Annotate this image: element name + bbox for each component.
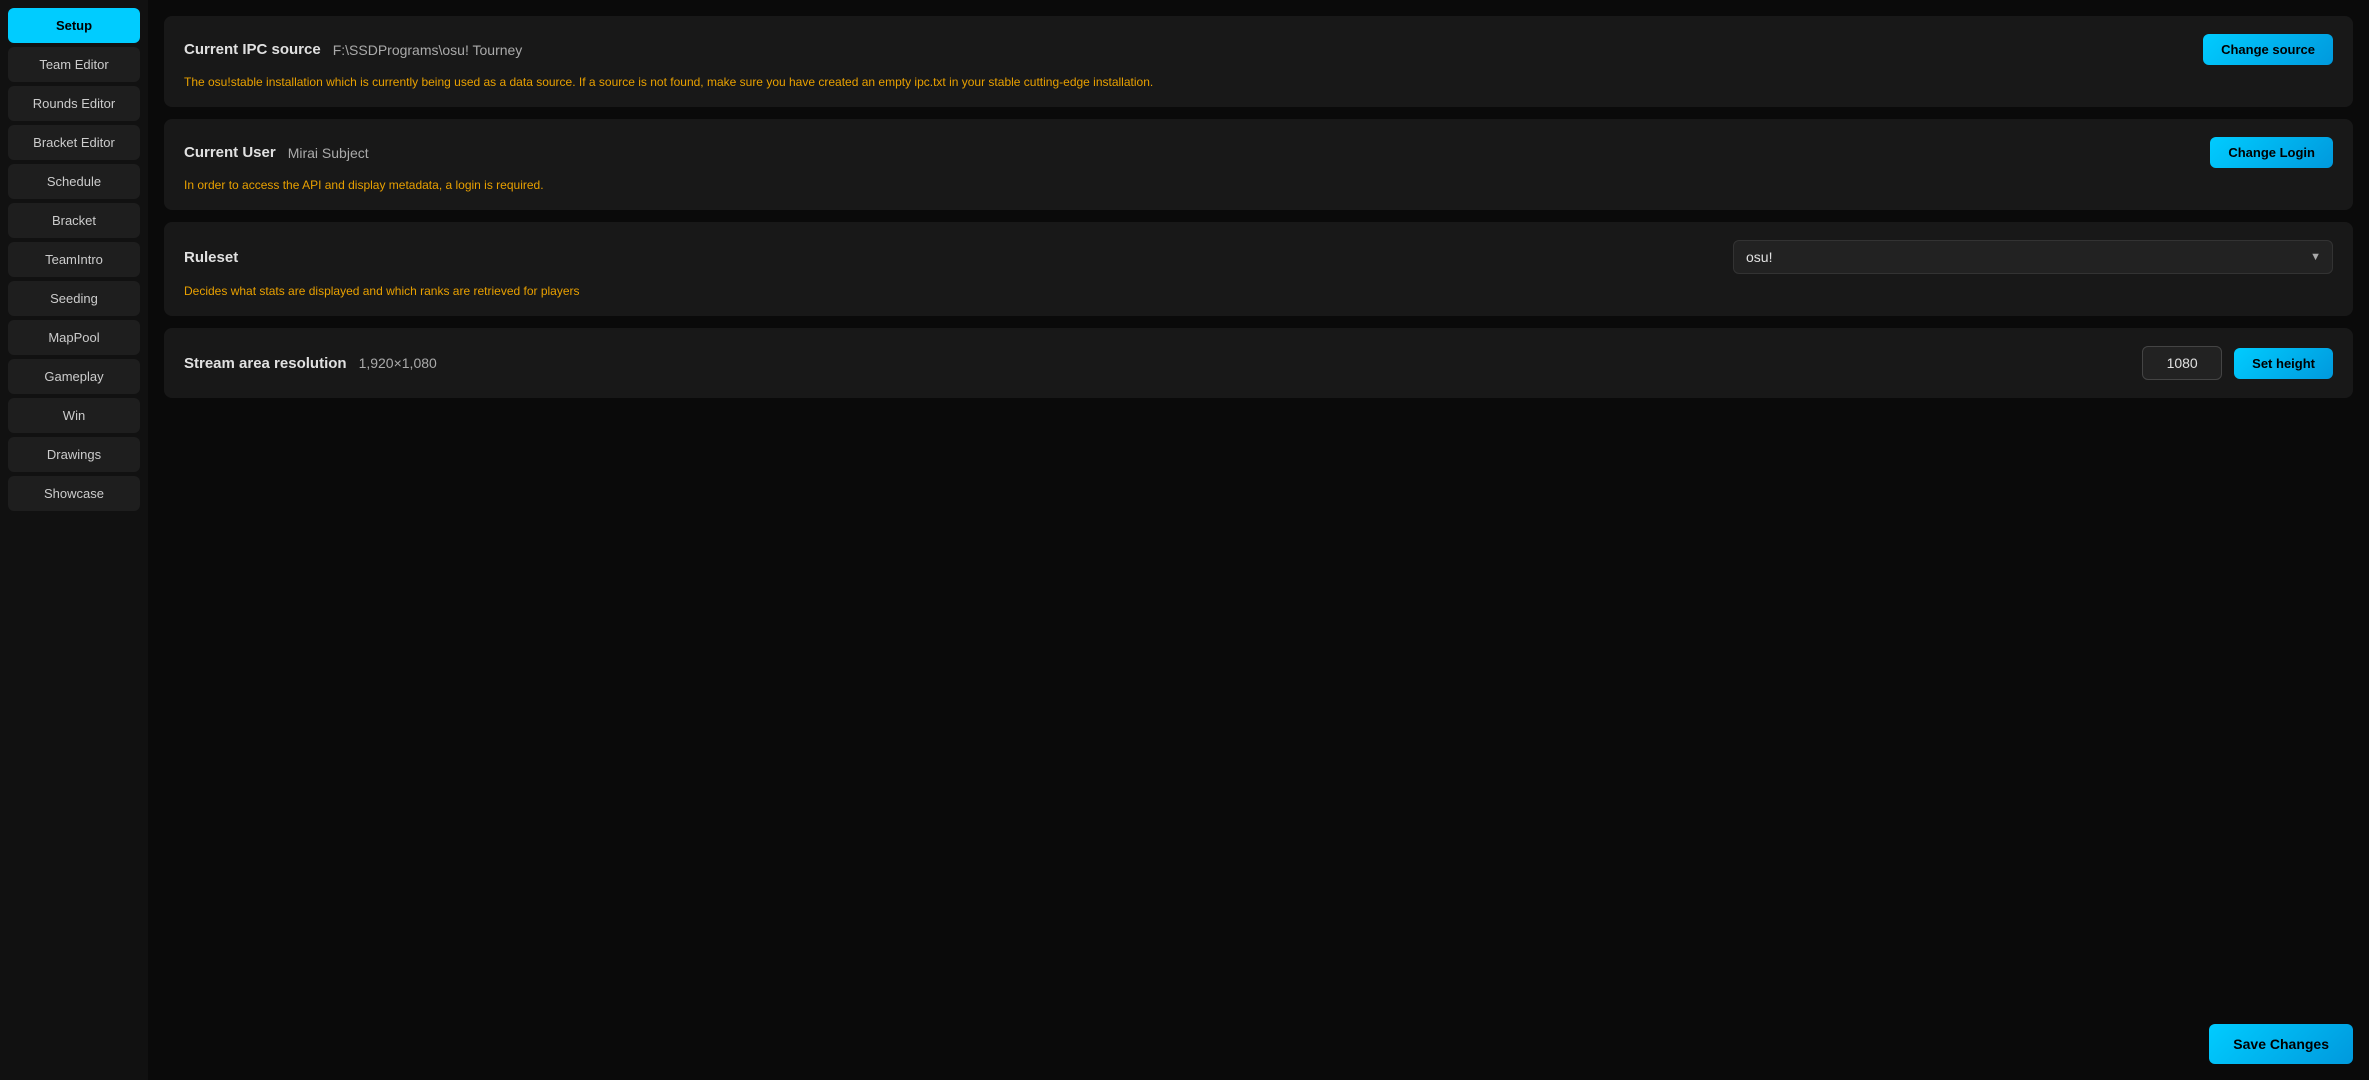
sidebar-item-win[interactable]: Win (8, 398, 140, 433)
ipc-warning-text: The osu!stable installation which is cur… (184, 75, 2333, 89)
sidebar-item-mappool[interactable]: MapPool (8, 320, 140, 355)
ruleset-select[interactable]: osu!osu!taikoosu!catchosu!mania (1733, 240, 2333, 274)
current-user-card: Current User Mirai Subject Change Login … (164, 119, 2353, 210)
sidebar-item-schedule[interactable]: Schedule (8, 164, 140, 199)
set-height-button[interactable]: Set height (2234, 348, 2333, 379)
sidebar-item-setup[interactable]: Setup (8, 8, 140, 43)
ipc-source-value: F:\SSDPrograms\osu! Tourney (333, 42, 2191, 58)
sidebar-item-showcase[interactable]: Showcase (8, 476, 140, 511)
save-changes-button[interactable]: Save Changes (2209, 1024, 2353, 1064)
ruleset-warning-text: Decides what stats are displayed and whi… (184, 284, 2333, 298)
resolution-card: Stream area resolution 1,920×1,080 Set h… (164, 328, 2353, 398)
main-content: Current IPC source F:\SSDPrograms\osu! T… (148, 0, 2369, 1080)
sidebar: Setup Team Editor Rounds Editor Bracket … (0, 0, 148, 1080)
ruleset-select-wrapper: osu!osu!taikoosu!catchosu!mania (1733, 240, 2333, 274)
sidebar-item-seeding[interactable]: Seeding (8, 281, 140, 316)
current-user-label: Current User (184, 144, 276, 161)
ruleset-card: Ruleset osu!osu!taikoosu!catchosu!mania … (164, 222, 2353, 316)
change-source-button[interactable]: Change source (2203, 34, 2333, 65)
sidebar-item-bracket[interactable]: Bracket (8, 203, 140, 238)
ipc-source-card: Current IPC source F:\SSDPrograms\osu! T… (164, 16, 2353, 107)
sidebar-item-team-editor[interactable]: Team Editor (8, 47, 140, 82)
resolution-label: Stream area resolution (184, 355, 347, 372)
resolution-height-input[interactable] (2142, 346, 2222, 380)
ruleset-label: Ruleset (184, 249, 238, 266)
user-info-text: In order to access the API and display m… (184, 178, 2333, 192)
sidebar-item-bracket-editor[interactable]: Bracket Editor (8, 125, 140, 160)
sidebar-item-drawings[interactable]: Drawings (8, 437, 140, 472)
sidebar-item-teamintro[interactable]: TeamIntro (8, 242, 140, 277)
ipc-source-label: Current IPC source (184, 41, 321, 58)
sidebar-item-gameplay[interactable]: Gameplay (8, 359, 140, 394)
current-user-value: Mirai Subject (288, 145, 2199, 161)
sidebar-item-rounds-editor[interactable]: Rounds Editor (8, 86, 140, 121)
change-login-button[interactable]: Change Login (2210, 137, 2333, 168)
resolution-value: 1,920×1,080 (359, 355, 2131, 371)
